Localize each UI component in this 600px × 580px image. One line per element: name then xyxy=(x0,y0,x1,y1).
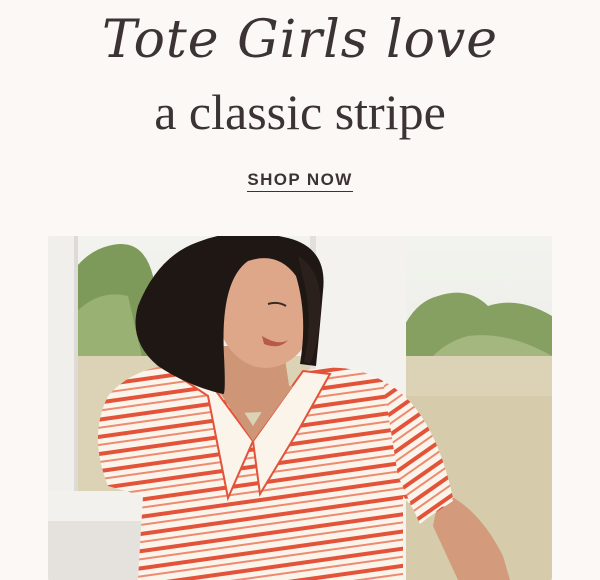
hero-image[interactable] xyxy=(48,236,552,580)
shop-now-link[interactable]: SHOP NOW xyxy=(247,170,353,192)
woman-in-striped-polo-photo xyxy=(48,236,552,580)
shop-now-link-wrap: SHOP NOW xyxy=(0,170,600,192)
script-headline: Tote Girls love xyxy=(101,10,499,70)
page-title: a classic stripe xyxy=(154,84,446,140)
